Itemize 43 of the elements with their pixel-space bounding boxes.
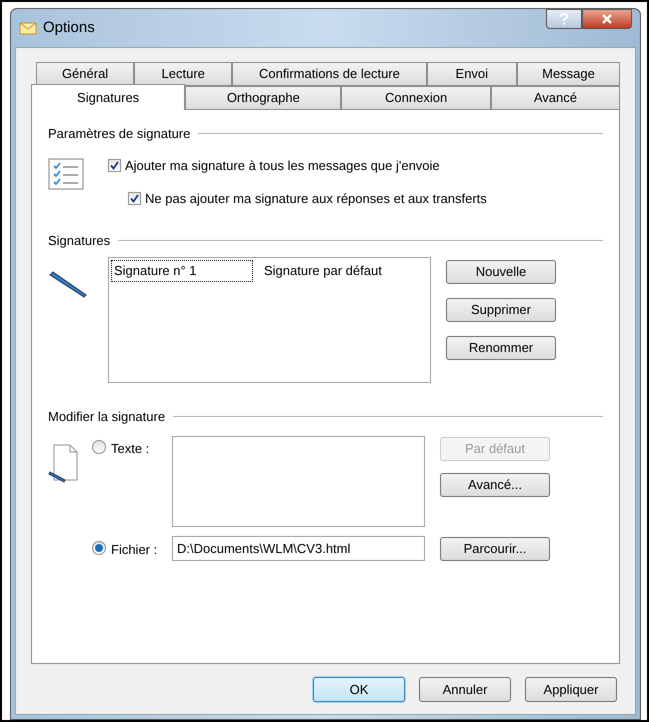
window-title: Options bbox=[43, 18, 95, 38]
file-path-field[interactable]: D:\Documents\WLM\CV3.html bbox=[172, 536, 425, 560]
dialog-button[interactable]: Renommer bbox=[446, 336, 556, 360]
radio-button[interactable] bbox=[92, 440, 106, 454]
document-pen-icon bbox=[48, 444, 80, 484]
close-icon bbox=[601, 14, 613, 24]
list-item[interactable]: Signature n° 1 Signature par défaut bbox=[112, 261, 427, 280]
envelope-icon bbox=[19, 20, 37, 36]
tab[interactable]: Orthographe bbox=[185, 86, 342, 110]
help-icon bbox=[560, 13, 568, 25]
group-title: Paramètres de signature bbox=[48, 125, 190, 143]
checkbox[interactable] bbox=[128, 192, 141, 206]
checkbox[interactable] bbox=[108, 158, 121, 172]
radio-label: Texte : bbox=[111, 440, 150, 458]
dialog-button[interactable]: Parcourir... bbox=[440, 536, 550, 560]
dialog-button[interactable]: OK bbox=[313, 677, 405, 702]
checkmark-icon bbox=[110, 160, 119, 170]
checkbox-label: Ajouter ma signature à tous les messages que j'envoie bbox=[125, 156, 440, 175]
dialog-button[interactable]: Appliquer bbox=[525, 677, 617, 702]
checkbox-label: Ne pas ajouter ma signature aux réponses et aux transferts bbox=[145, 190, 487, 208]
dialog-button[interactable]: Supprimer bbox=[446, 298, 556, 322]
dialog-button[interactable]: Nouvelle bbox=[446, 260, 556, 284]
group-title: Modifier la signature bbox=[48, 408, 166, 426]
radio-button[interactable] bbox=[92, 540, 106, 554]
tab[interactable]: Lecture bbox=[134, 62, 232, 86]
dialog-button[interactable]: Avancé... bbox=[440, 472, 550, 496]
signature-text-area[interactable] bbox=[172, 436, 425, 526]
tab[interactable]: Message bbox=[517, 62, 620, 86]
checklist-icon bbox=[48, 158, 84, 190]
tab[interactable]: Avancé bbox=[490, 86, 620, 110]
close-button[interactable] bbox=[582, 9, 632, 29]
help-button[interactable] bbox=[546, 9, 582, 29]
radio-label: Fichier : bbox=[111, 540, 158, 558]
signature-note: Signature par défaut bbox=[264, 262, 382, 280]
tab[interactable]: Connexion bbox=[341, 86, 491, 110]
group-title: Signatures bbox=[48, 232, 110, 250]
checkmark-icon bbox=[130, 194, 139, 204]
tab[interactable]: Confirmations de lecture bbox=[232, 62, 427, 86]
signature-name: Signature n° 1 bbox=[112, 261, 252, 280]
tab[interactable]: Signatures bbox=[31, 84, 186, 110]
dialog-button[interactable]: Annuler bbox=[419, 677, 511, 702]
tab[interactable]: Envoi bbox=[426, 62, 518, 86]
tab[interactable]: Général bbox=[36, 62, 134, 86]
